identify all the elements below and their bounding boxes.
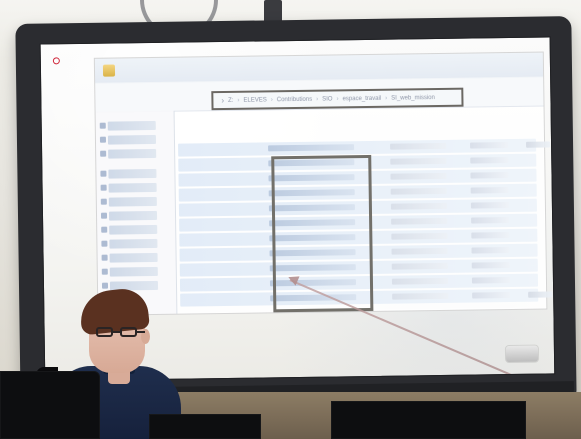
sidebar-item bbox=[109, 224, 158, 235]
folder-icon bbox=[102, 64, 116, 77]
breadcrumb-item: Z: bbox=[228, 97, 234, 104]
sidebar-item bbox=[108, 196, 157, 207]
chevron-right-icon: › bbox=[270, 96, 273, 103]
selection-rectangle bbox=[271, 154, 374, 313]
file-type bbox=[470, 202, 509, 209]
breadcrumb-item: espace_travail bbox=[342, 95, 382, 102]
file-type bbox=[470, 142, 509, 149]
monitor-left bbox=[0, 371, 100, 439]
left-lens bbox=[96, 327, 113, 337]
file-size bbox=[526, 141, 551, 148]
breadcrumb-item: ELEVES bbox=[243, 96, 267, 104]
monitor-right bbox=[331, 401, 526, 439]
sidebar-item bbox=[108, 168, 157, 179]
file-explorer-window: › Z: › ELEVES › Contributions › SIO › es… bbox=[93, 51, 553, 316]
tray-icon bbox=[505, 345, 539, 363]
navigation-sidebar bbox=[95, 110, 178, 315]
chevron-right-icon: › bbox=[237, 97, 240, 104]
file-name bbox=[268, 144, 355, 152]
file-type bbox=[470, 187, 509, 194]
chevron-right-icon: › bbox=[316, 96, 319, 103]
file-date bbox=[391, 217, 448, 225]
file-date bbox=[390, 142, 447, 150]
file-date bbox=[390, 172, 447, 180]
glasses-bridge bbox=[113, 331, 120, 333]
monitor-center bbox=[149, 414, 261, 439]
status-light bbox=[52, 57, 60, 65]
file-type bbox=[470, 172, 509, 179]
eyeglasses bbox=[96, 327, 145, 339]
chevron-right-icon: › bbox=[336, 95, 339, 102]
file-date bbox=[390, 202, 447, 210]
breadcrumb: Z: › ELEVES › Contributions › SIO › espa… bbox=[228, 95, 435, 104]
right-lens bbox=[120, 327, 137, 337]
sidebar-item bbox=[107, 134, 157, 145]
sidebar-item bbox=[108, 210, 158, 221]
file-date bbox=[390, 157, 447, 165]
file-type bbox=[471, 217, 510, 224]
sidebar-item bbox=[109, 266, 158, 277]
sidebar-item bbox=[109, 252, 158, 263]
breadcrumb-item: Contributions bbox=[276, 96, 313, 103]
sidebar-item bbox=[108, 148, 157, 159]
sidebar-item bbox=[107, 120, 156, 131]
breadcrumb-item: SI_web_mission bbox=[391, 94, 435, 102]
file-size bbox=[528, 291, 553, 298]
photo-scene: › Z: › ELEVES › Contributions › SIO › es… bbox=[0, 0, 581, 439]
glasses-temple bbox=[137, 331, 145, 333]
file-type bbox=[470, 157, 509, 164]
file-type bbox=[471, 232, 510, 239]
chevron-right-icon: › bbox=[385, 95, 388, 102]
sidebar-item bbox=[108, 182, 157, 193]
breadcrumb-item: SIO bbox=[322, 95, 333, 103]
address-bar: › Z: › ELEVES › Contributions › SIO › es… bbox=[211, 87, 464, 111]
file-date bbox=[391, 247, 448, 255]
sidebar-item bbox=[109, 238, 158, 249]
back-arrow-icon: › bbox=[221, 95, 225, 106]
file-type bbox=[471, 277, 510, 284]
file-date bbox=[390, 187, 447, 195]
file-date bbox=[392, 292, 449, 300]
file-date bbox=[391, 232, 448, 240]
file-type bbox=[472, 292, 511, 299]
file-date bbox=[391, 277, 449, 285]
file-type bbox=[471, 247, 510, 254]
file-type bbox=[471, 262, 510, 269]
file-date bbox=[391, 262, 448, 270]
